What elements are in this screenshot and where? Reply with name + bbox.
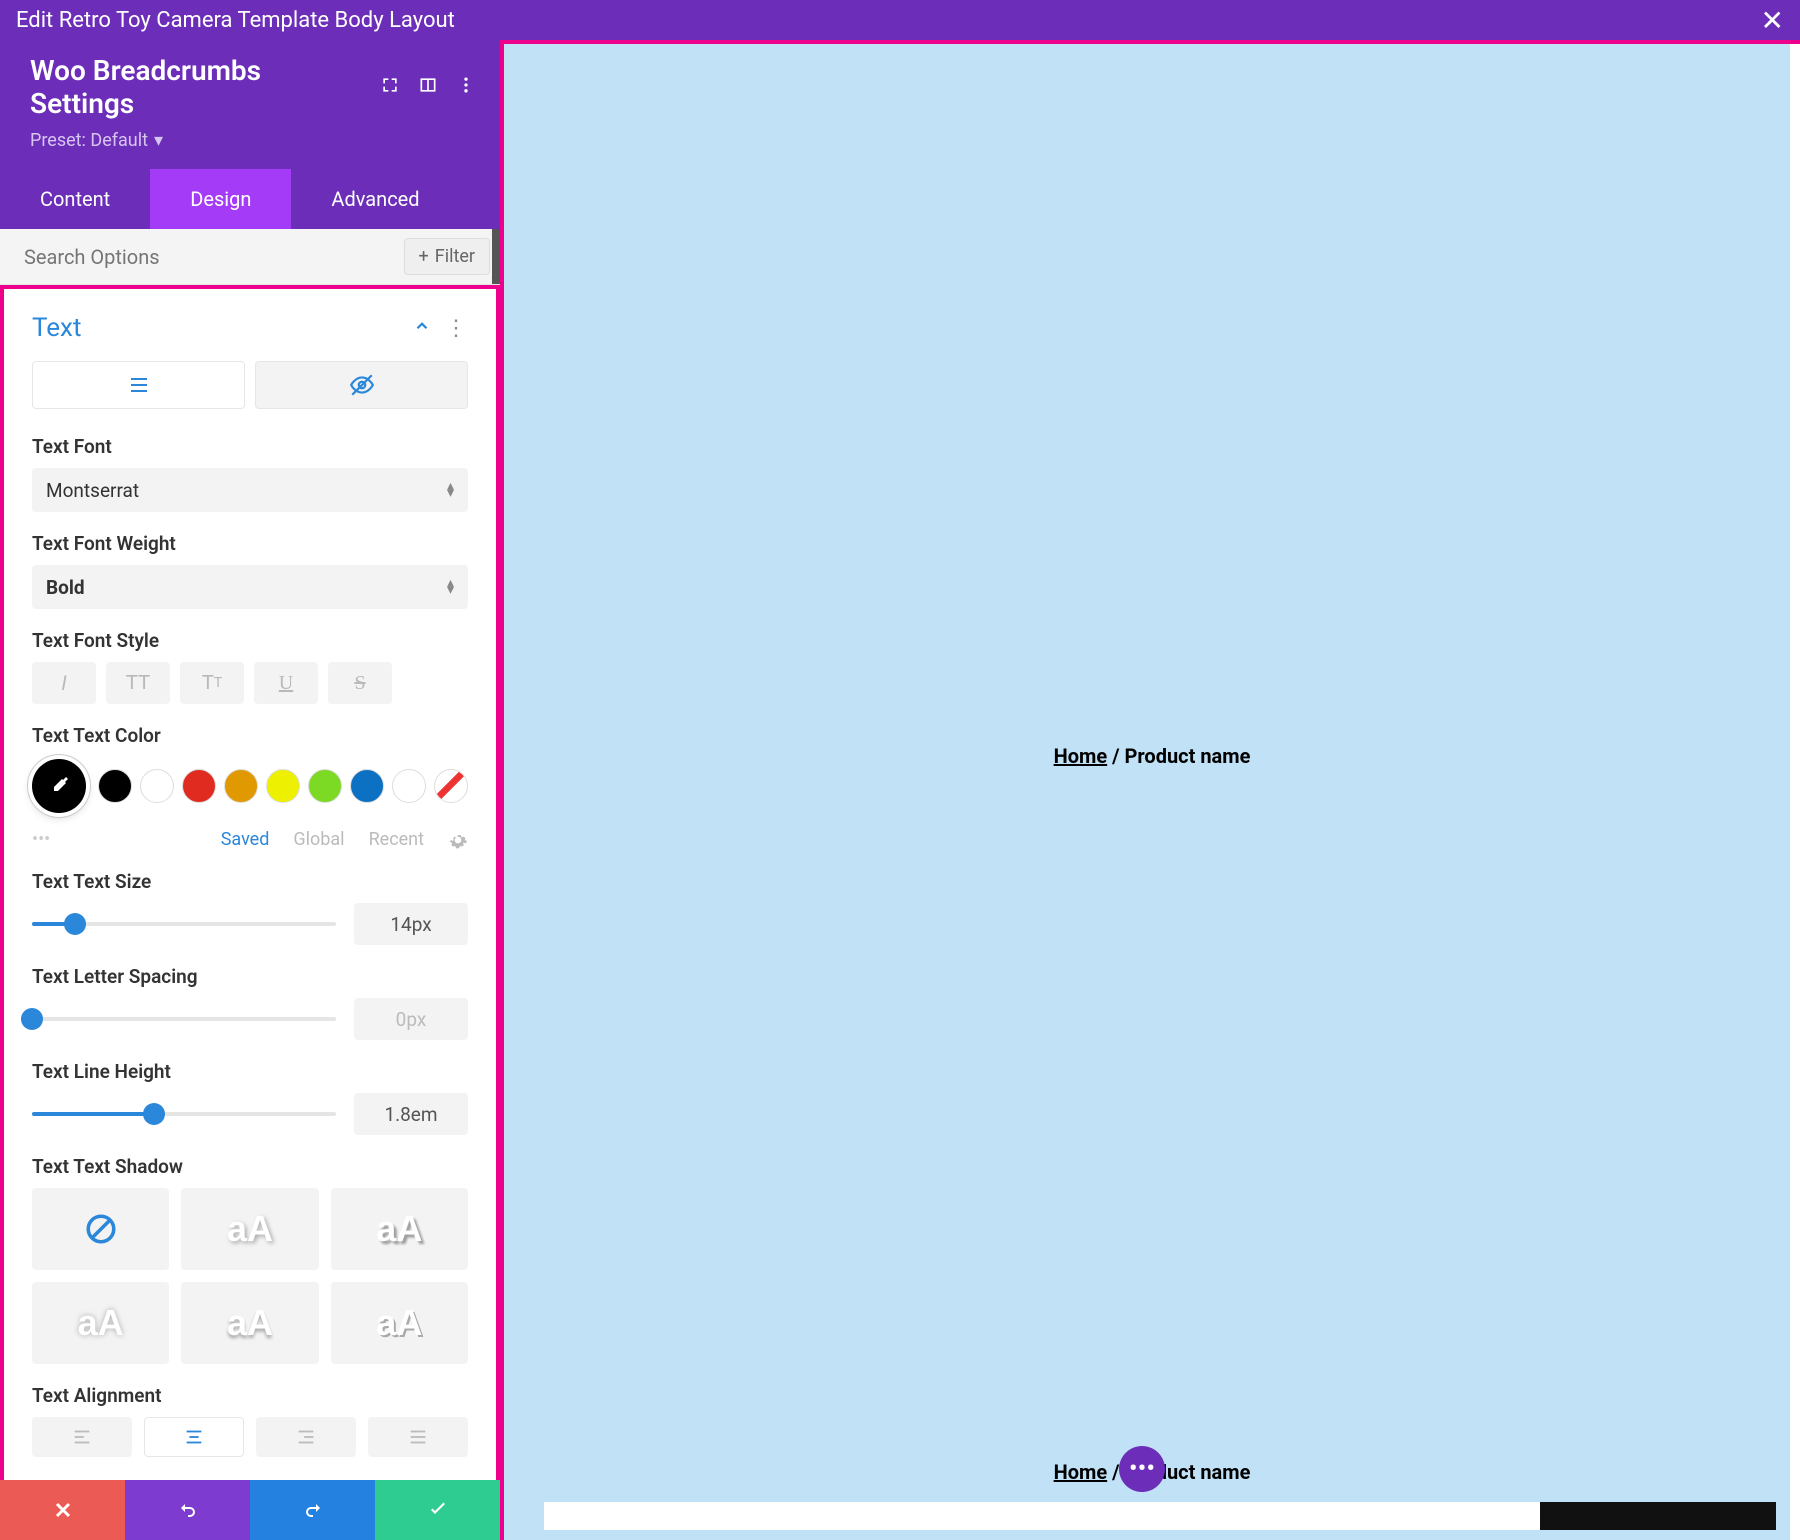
breadcrumb-current: Product name — [1125, 744, 1251, 768]
lineheight-slider[interactable] — [32, 1112, 336, 1116]
chevron-down-icon: ▾ — [154, 130, 163, 151]
kebab-icon[interactable] — [456, 75, 476, 99]
module-header: Woo Breadcrumbs Settings Preset: Default… — [0, 40, 500, 169]
tab-design[interactable]: Design — [150, 169, 291, 229]
close-icon[interactable]: ✕ — [1761, 4, 1784, 37]
select-caret-icon: ▴▾ — [447, 580, 454, 594]
breadcrumb-home-link[interactable]: Home — [1054, 744, 1108, 768]
underline-button[interactable]: U — [254, 662, 318, 704]
module-title: Woo Breadcrumbs Settings — [30, 54, 360, 120]
window-title: Edit Retro Toy Camera Template Body Layo… — [16, 8, 455, 33]
shadow-preset[interactable]: aA — [331, 1282, 468, 1364]
filter-label: Filter — [435, 246, 475, 267]
color-swatch[interactable] — [182, 769, 216, 803]
lineheight-value[interactable]: 1.8em — [354, 1093, 468, 1135]
align-left[interactable] — [32, 1417, 132, 1457]
tab-content[interactable]: Content — [0, 169, 150, 229]
color-swatch[interactable] — [350, 769, 384, 803]
section-title[interactable]: Text — [32, 313, 81, 343]
canvas-right-edge — [1790, 44, 1800, 1540]
plus-icon: + — [419, 246, 429, 267]
filter-button[interactable]: + Filter — [404, 238, 490, 275]
shadow-preset[interactable]: aA — [32, 1282, 169, 1364]
weight-label: Text Font Weight — [32, 532, 468, 555]
undo-button[interactable] — [125, 1480, 250, 1540]
collapse-icon[interactable] — [413, 316, 431, 340]
weight-value: Bold — [46, 576, 85, 599]
scrollbar[interactable] — [492, 229, 500, 284]
size-label: Text Text Size — [32, 870, 468, 893]
search-bar: + Filter — [0, 229, 500, 285]
align-label: Text Alignment — [32, 1384, 468, 1407]
save-button[interactable] — [375, 1480, 500, 1540]
desktop-tab[interactable] — [32, 361, 245, 409]
uppercase-button[interactable]: TT — [106, 662, 170, 704]
select-caret-icon: ▴▾ — [447, 483, 454, 497]
spacing-slider[interactable] — [32, 1017, 336, 1021]
color-swatch[interactable] — [392, 769, 426, 803]
preview-image-placeholder — [1540, 1502, 1776, 1530]
preview-canvas: Home / Product name Home / Product name … — [500, 40, 1800, 1540]
section-menu-icon[interactable]: ⋮ — [445, 316, 468, 341]
color-label: Text Text Color — [32, 724, 468, 747]
color-swatch-none[interactable] — [434, 769, 468, 803]
responsive-toggle — [32, 361, 468, 409]
color-swatch[interactable] — [266, 769, 300, 803]
shadow-preset[interactable]: aA — [181, 1282, 318, 1364]
preset-label: Preset: Default — [30, 130, 148, 151]
section-add-button[interactable]: ••• — [1119, 1446, 1165, 1492]
cancel-button[interactable] — [0, 1480, 125, 1540]
color-picker-button[interactable] — [32, 759, 86, 813]
palette-global[interactable]: Global — [293, 829, 344, 850]
palette-saved[interactable]: Saved — [221, 829, 270, 850]
columns-icon[interactable] — [418, 75, 438, 99]
font-select[interactable]: Montserrat ▴▾ — [32, 468, 468, 512]
preview-content-area — [544, 1502, 1540, 1530]
lineheight-label: Text Line Height — [32, 1060, 468, 1083]
palette-recent[interactable]: Recent — [369, 829, 424, 850]
size-slider[interactable] — [32, 922, 336, 926]
search-input[interactable] — [24, 245, 404, 269]
breadcrumb-separator: / — [1107, 744, 1124, 768]
color-swatch[interactable] — [98, 769, 132, 803]
color-swatch[interactable] — [308, 769, 342, 803]
breadcrumb-preview: Home / Product name — [1054, 744, 1251, 768]
expand-icon[interactable] — [380, 75, 400, 99]
font-label: Text Font — [32, 435, 468, 458]
weight-select[interactable]: Bold ▴▾ — [32, 565, 468, 609]
smallcaps-button[interactable]: TT — [180, 662, 244, 704]
align-center[interactable] — [144, 1417, 244, 1457]
spacing-value[interactable]: 0px — [354, 998, 468, 1040]
shadow-label: Text Text Shadow — [32, 1155, 468, 1178]
align-justify[interactable] — [368, 1417, 468, 1457]
italic-button[interactable]: I — [32, 662, 96, 704]
font-value: Montserrat — [46, 479, 139, 502]
redo-button[interactable] — [250, 1480, 375, 1540]
spacing-label: Text Letter Spacing — [32, 965, 468, 988]
color-swatch[interactable] — [224, 769, 258, 803]
breadcrumb-home-link[interactable]: Home — [1054, 1460, 1108, 1484]
tab-advanced[interactable]: Advanced — [291, 169, 459, 229]
preset-dropdown[interactable]: Preset: Default ▾ — [30, 130, 476, 151]
shadow-preset[interactable]: aA — [331, 1188, 468, 1270]
panel-footer — [0, 1480, 500, 1540]
gear-icon[interactable] — [448, 830, 468, 850]
shadow-none[interactable] — [32, 1188, 169, 1270]
design-panel: Text ⋮ Text Font Montserrat ▴▾ Text Font… — [0, 285, 500, 1513]
size-value[interactable]: 14px — [354, 903, 468, 945]
color-swatch[interactable] — [140, 769, 174, 803]
style-label: Text Font Style — [32, 629, 468, 652]
hover-tab[interactable] — [255, 361, 468, 409]
more-colors-icon[interactable]: ••• — [32, 829, 50, 850]
shadow-preset[interactable]: aA — [181, 1188, 318, 1270]
settings-tabs: Content Design Advanced — [0, 169, 500, 229]
align-right[interactable] — [256, 1417, 356, 1457]
strikethrough-button[interactable]: S — [328, 662, 392, 704]
